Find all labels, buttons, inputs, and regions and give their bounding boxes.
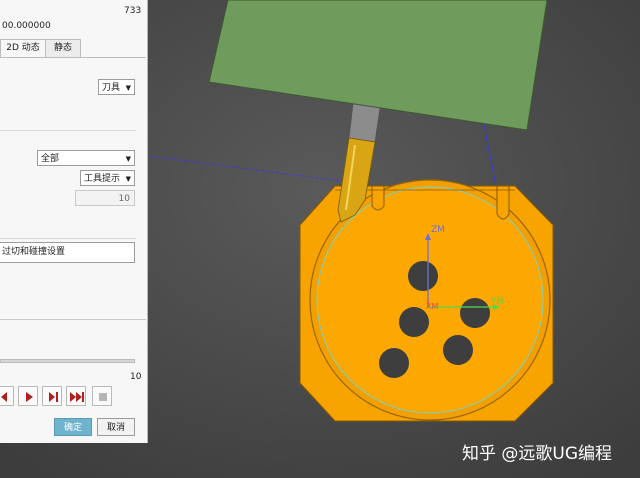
step-back-button[interactable] (0, 386, 14, 406)
stop-button[interactable] (92, 386, 112, 406)
fast-forward-button[interactable] (66, 386, 86, 406)
tab-2d-dynamic[interactable]: 2D 动态 (0, 39, 46, 57)
display-scope-value: 全部 (41, 154, 60, 164)
tab-divider (0, 57, 146, 58)
hole-bottom-right (443, 335, 473, 365)
step-forward-button[interactable] (42, 386, 62, 406)
display-scope-dropdown[interactable]: 全部 ▼ (37, 150, 135, 166)
chevron-down-icon: ▼ (125, 175, 131, 183)
tool-hint-value: 工具提示 (84, 174, 121, 184)
tool-display-value: 刀具 (102, 83, 121, 93)
section-divider (0, 319, 146, 320)
axis-label-x: XM (426, 302, 438, 311)
tool-hint-dropdown[interactable]: 工具提示 ▼ (80, 170, 135, 186)
number-field[interactable]: 10 (75, 190, 135, 206)
ok-button[interactable]: 确定 (54, 418, 92, 436)
hole-left (399, 307, 429, 337)
animation-speed-slider[interactable] (0, 359, 135, 363)
chevron-down-icon: ▼ (125, 84, 131, 92)
hole-right (460, 298, 490, 328)
section-divider (0, 238, 136, 239)
fast-forward-icon (70, 392, 84, 402)
step-back-icon (1, 392, 7, 402)
simulation-dialog: 00.000000 733 2D 动态 静态 刀具 ▼ 全部 ▼ 工具提示 ▼ … (0, 0, 148, 443)
hole-top (408, 261, 438, 291)
play-icon (26, 392, 33, 402)
tool-display-dropdown[interactable]: 刀具 ▼ (98, 79, 135, 95)
axis-label-y: YM (490, 297, 504, 307)
animation-speed-value: 10 (130, 372, 142, 382)
cancel-button[interactable]: 取消 (97, 418, 135, 436)
section-divider (0, 130, 136, 131)
chevron-down-icon: ▼ (125, 155, 131, 163)
pocket-inner (316, 186, 544, 414)
play-button[interactable] (18, 386, 38, 406)
coordinate-readout: 00.000000 (2, 21, 51, 31)
stop-icon (99, 393, 107, 401)
watermark: 知乎 @远歌UG编程 (462, 444, 613, 464)
title-number: 733 (124, 6, 142, 16)
slot-right (496, 185, 510, 220)
hole-bottom-left (379, 348, 409, 378)
step-forward-icon (49, 392, 58, 402)
tool-shank-gray (348, 103, 381, 143)
tab-static[interactable]: 静态 (45, 39, 81, 57)
axis-label-z: ZM (431, 225, 445, 235)
collision-settings-button[interactable]: 过切和碰撞设置 (0, 242, 135, 263)
